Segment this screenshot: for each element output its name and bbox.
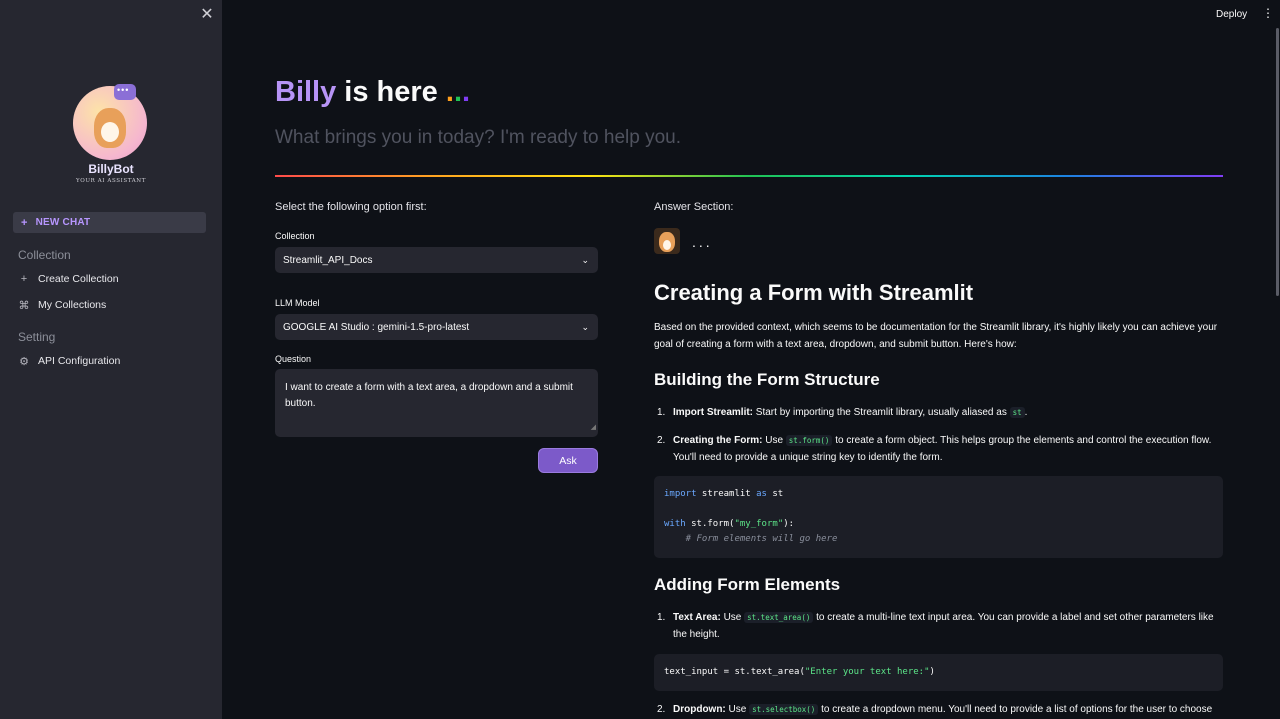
chevron-down-icon: ⌄ [581, 321, 589, 332]
code-keyword: with [664, 519, 686, 529]
code-block: text_input = st.text_area("Enter your te… [654, 654, 1223, 691]
question-value: I want to create a form with a text area… [285, 382, 573, 409]
code-text: st.form( [685, 519, 735, 529]
form-prompt: Select the following option first: [275, 201, 427, 213]
resize-handle-icon[interactable]: ◢ [591, 420, 596, 436]
answer-heading: Creating a Form with Streamlit [654, 280, 974, 305]
rainbow-divider [275, 175, 1223, 177]
title-dots: ... [446, 76, 470, 108]
code-keyword: import [664, 489, 697, 499]
app-window: ✕ BillyBot YOUR AI ASSISTANT + NEW CHAT … [0, 0, 1280, 719]
inline-code: st.selectbox() [749, 704, 819, 715]
inline-code: st.form() [785, 435, 833, 446]
section-heading-structure: Building the Form Structure [654, 370, 880, 389]
dot-1: . [445, 76, 454, 108]
llm-model-select[interactable]: GOOGLE AI Studio : gemini-1.5-pro-latest… [275, 314, 598, 340]
list-item-text: Use [720, 612, 745, 623]
code-text: st [766, 489, 784, 499]
dot-2: . [453, 76, 462, 108]
code-text: streamlit [696, 489, 757, 499]
question-label: Question [275, 354, 312, 364]
sidebar: ✕ BillyBot YOUR AI ASSISTANT + NEW CHAT … [0, 0, 222, 719]
chevron-down-icon: ⌄ [581, 254, 589, 265]
list-number: 2. [657, 704, 666, 715]
bot-avatar-icon [654, 228, 680, 254]
sidebar-item-create-collection[interactable]: + Create Collection [18, 271, 119, 287]
code-comment: # Form elements will go here [664, 534, 838, 544]
list-item-title: Creating the Form: [673, 435, 763, 446]
sidebar-item-label: Create Collection [38, 273, 119, 285]
list-item-title: Dropdown: [673, 704, 726, 715]
sidebar-item-label: My Collections [38, 299, 107, 311]
code-keyword: as [756, 489, 767, 499]
list-item-text: Use [725, 704, 750, 715]
title-rest: is here [336, 76, 446, 108]
plus-icon: + [20, 273, 28, 285]
answer-intro: Based on the provided context, which see… [654, 322, 1218, 350]
close-sidebar-icon[interactable]: ✕ [198, 6, 216, 24]
list-item-title: Text Area: [673, 612, 721, 623]
question-textarea[interactable]: I want to create a form with a text area… [275, 369, 598, 437]
list-item-title: Import Streamlit: [673, 407, 754, 418]
code-text: text_input = st.text_area( [664, 667, 805, 677]
list-item: 2. Creating the Form: Use st.form() to c… [654, 432, 1224, 466]
new-chat-button[interactable]: + NEW CHAT [13, 212, 206, 233]
command-icon: ⌘ [18, 299, 30, 312]
answer-section-label: Answer Section: [654, 201, 734, 213]
gear-icon: ⚙ [19, 355, 29, 368]
code-text: ) [929, 667, 935, 677]
sidebar-item-my-collections[interactable]: ⌘ My Collections [18, 297, 107, 313]
plus-icon: + [21, 216, 28, 229]
collection-value: Streamlit_API_Docs [283, 254, 373, 266]
title-name: Billy [275, 76, 337, 108]
list-item: 1. Text Area: Use st.text_area() to crea… [654, 609, 1224, 643]
setting-section-title: Setting [18, 330, 56, 344]
llm-model-label: LLM Model [275, 298, 320, 308]
collection-section-title: Collection [18, 248, 71, 262]
list-number: 2. [657, 435, 666, 446]
list-number: 1. [657, 612, 666, 623]
deploy-button[interactable]: Deploy [1212, 7, 1251, 22]
typing-indicator: ... [692, 234, 713, 250]
logo-tagline: YOUR AI ASSISTANT [76, 178, 146, 184]
page-title: Billy is here ... [275, 76, 470, 109]
code-string: "my_form" [734, 519, 784, 529]
sidebar-item-label: API Configuration [38, 355, 121, 367]
section-heading-elements: Adding Form Elements [654, 575, 841, 594]
inline-code: st.text_area() [744, 612, 814, 623]
billybot-logo: BillyBot YOUR AI ASSISTANT [70, 82, 152, 186]
list-item-text: Start by importing the Streamlit library… [753, 407, 1010, 418]
list-item-text: . [1024, 407, 1028, 418]
dot-3: . [462, 76, 471, 108]
list-item-text: Use [762, 435, 786, 446]
code-string: "Enter your text here:" [804, 667, 930, 677]
collection-select[interactable]: Streamlit_API_Docs ⌄ [275, 247, 598, 273]
inline-code: st [1009, 407, 1025, 418]
main-menu-icon[interactable]: ⋮ [1262, 6, 1274, 20]
page-subtitle: What brings you in today? I'm ready to h… [275, 127, 682, 148]
chat-bubble-icon [114, 84, 136, 100]
sidebar-item-api-configuration[interactable]: ⚙ API Configuration [18, 353, 120, 369]
corgi-icon [94, 108, 126, 148]
new-chat-label: NEW CHAT [35, 217, 91, 228]
list-number: 1. [657, 407, 666, 418]
list-item-text: to create a dropdown menu. You'll need t… [818, 704, 1213, 715]
scrollbar[interactable] [1276, 28, 1279, 296]
ask-button[interactable]: Ask [538, 448, 598, 473]
code-text: ): [783, 519, 795, 529]
list-item: 1. Import Streamlit: Start by importing … [654, 404, 1224, 421]
logo-name: BillyBot [88, 162, 134, 176]
list-item: 2. Dropdown: Use st.selectbox() to creat… [654, 701, 1224, 718]
llm-model-value: GOOGLE AI Studio : gemini-1.5-pro-latest [283, 321, 470, 333]
collection-label: Collection [275, 231, 315, 241]
code-block: import streamlit as st with st.form("my_… [654, 476, 1223, 558]
